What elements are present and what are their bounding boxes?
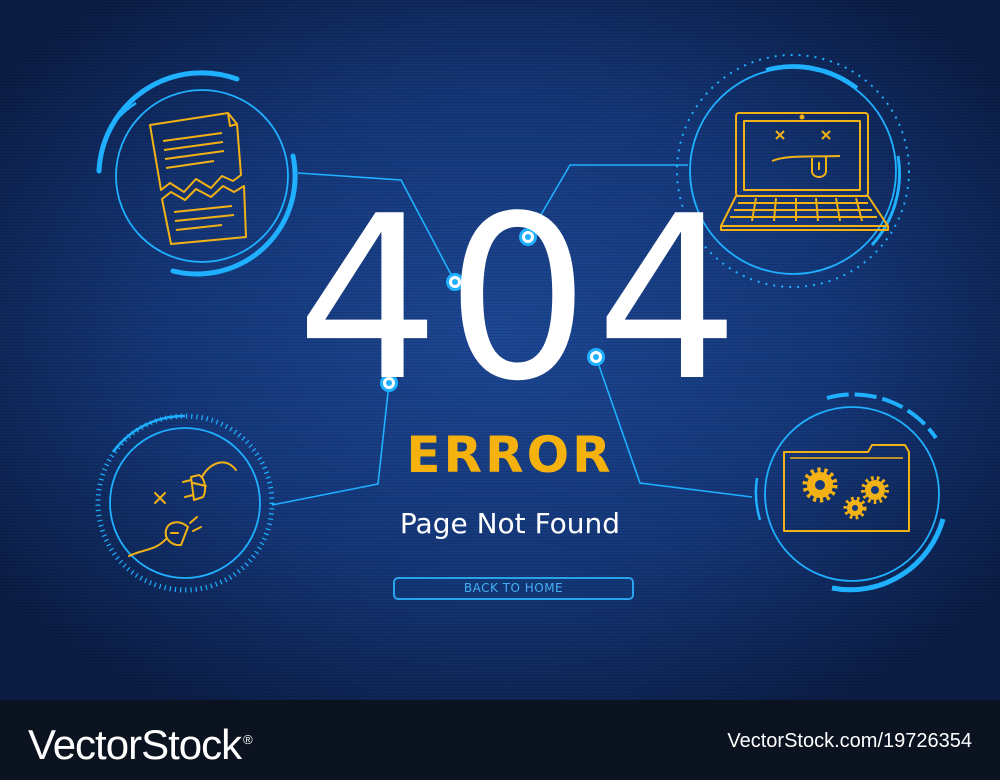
error-heading: ERROR: [406, 426, 614, 484]
watermark-brand: VectorStock: [28, 721, 242, 768]
page: 404 ERROR Page Not Found BACK TO HOME Ve…: [0, 0, 1000, 780]
back-to-home-button[interactable]: BACK TO HOME: [393, 577, 634, 600]
watermark-url: VectorStock.com/19726354: [727, 730, 972, 752]
error-code: 404: [296, 168, 746, 431]
watermark-logo: VectorStock ®: [28, 714, 253, 771]
error-message: Page Not Found: [399, 507, 621, 540]
watermark-bar: VectorStock ® VectorStock.com/19726354: [0, 700, 1000, 780]
registered-mark: ®: [243, 732, 253, 747]
